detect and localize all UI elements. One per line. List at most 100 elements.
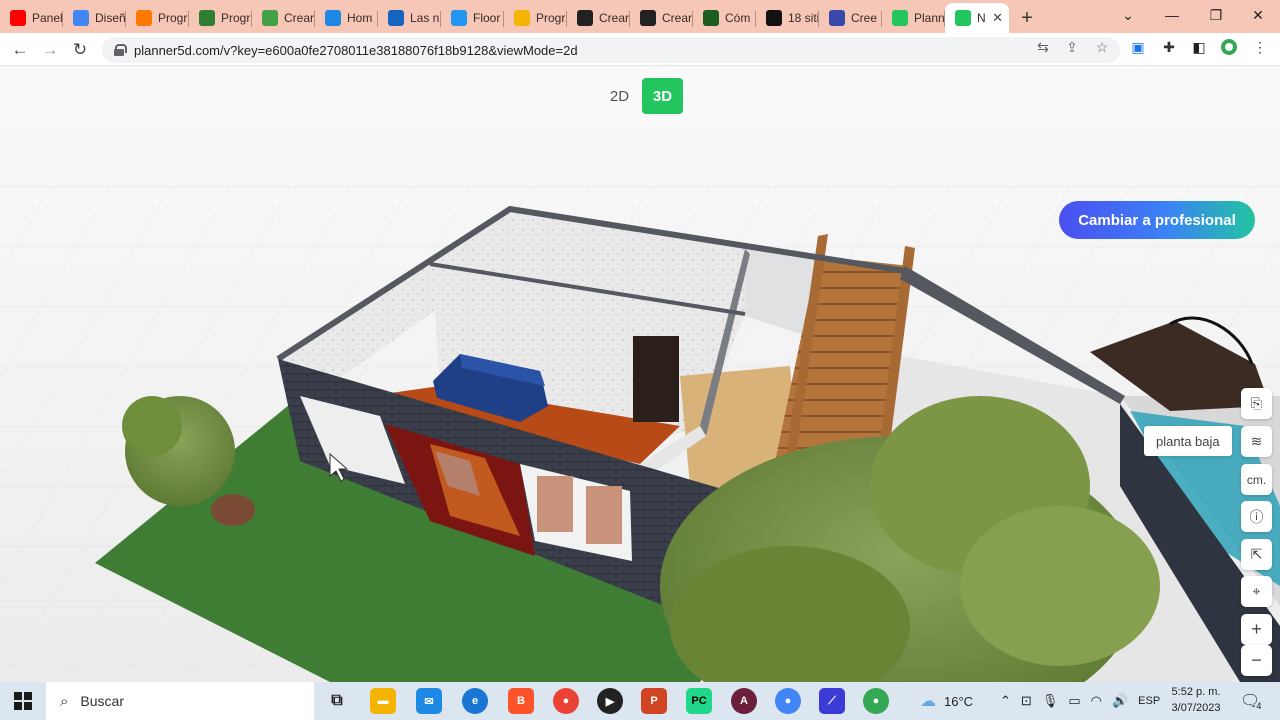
back-icon[interactable]: ← [7, 37, 33, 63]
switch-to-pro-button[interactable]: Cambiar a profesional [1059, 201, 1255, 239]
taskbar-clock[interactable]: 5:52 p. m. 3/07/2023 [1168, 684, 1224, 716]
reload-icon[interactable]: ↻ [67, 37, 93, 63]
browser-tab[interactable]: Diseñ [63, 3, 126, 33]
copy-icon[interactable]: ⎘ [1241, 388, 1272, 419]
units-button[interactable]: cm. [1241, 464, 1272, 495]
system-tray: ⌃ ⊡ 🎙 ▭ ◠ 🔊 ESP [1000, 682, 1160, 720]
google-icon [73, 10, 89, 26]
tab-label: Progr [221, 11, 251, 25]
tab-label: Progr [158, 11, 188, 25]
browser-tab[interactable]: Panel [0, 3, 63, 33]
browser-tab-strip: Panel Diseñ Progr Progr Crear Hom Las n Floor Pr… [0, 0, 1280, 33]
file-explorer-icon[interactable]: ▬ [370, 688, 396, 714]
bookmark-star-icon[interactable]: ☆ [1092, 37, 1112, 57]
browser-tab[interactable]: Plann [882, 3, 945, 33]
weather-widget[interactable]: ☁ 16°C [920, 682, 973, 720]
windows-start-icon[interactable] [0, 682, 46, 720]
media-player-icon[interactable]: ▶ [597, 688, 623, 714]
windows-icon [388, 10, 404, 26]
tab-label: Crear [599, 11, 630, 25]
layers-icon[interactable]: ≋ [1241, 426, 1272, 457]
pycharm-icon[interactable]: PC [686, 688, 712, 714]
forward-icon[interactable]: → [37, 37, 63, 63]
view-mode-toggle: 2D 3D [599, 78, 683, 114]
notification-count: 4 [1256, 701, 1262, 711]
volume-icon[interactable]: 🔊 [1112, 693, 1128, 709]
tray-chevron-icon[interactable]: ⌃ [1000, 693, 1011, 709]
edge-icon[interactable]: e [462, 688, 488, 714]
tab-label: Diseñ [95, 11, 126, 25]
mode-2d-button[interactable]: 2D [599, 78, 640, 114]
browser-tab[interactable]: Floor [441, 3, 504, 33]
powerpoint-icon[interactable]: P [641, 688, 667, 714]
progr-icon [136, 10, 152, 26]
tab-label: Plann [914, 11, 945, 25]
chrome-profile-icon[interactable]: ● [863, 688, 889, 714]
new-tab-button[interactable]: + [1009, 3, 1045, 33]
menu-kebab-icon[interactable]: ⋮ [1250, 37, 1270, 57]
close-window-button[interactable]: ✕ [1236, 0, 1280, 30]
brave-icon[interactable]: B [508, 688, 534, 714]
lock-icon [114, 44, 127, 56]
language-indicator[interactable]: ESP [1138, 695, 1160, 707]
search-placeholder: Buscar [80, 693, 124, 709]
browser-tab[interactable]: Crear [252, 3, 315, 33]
open-external-icon[interactable]: ⇱ [1241, 539, 1272, 570]
translate-icon[interactable]: ⇆ [1033, 37, 1053, 57]
zoom-in-button[interactable]: + [1241, 614, 1272, 645]
address-bar[interactable]: planner5d.com/v?key=e600a0fe2708011e3818… [102, 37, 1120, 63]
house-3d-scene[interactable] [0, 66, 1280, 682]
tree-icon [199, 10, 215, 26]
task-view-icon[interactable]: ⧉ [324, 688, 350, 714]
chrome-canary-icon[interactable]: ● [553, 688, 579, 714]
taskbar-search-box[interactable]: ⌕ Buscar [46, 682, 314, 720]
wifi-icon[interactable]: ◠ [1091, 693, 1102, 709]
restore-button[interactable]: ❐ [1194, 0, 1238, 30]
close-tab-icon[interactable]: ✕ [992, 10, 1003, 26]
side-panel-icon[interactable]: ◧ [1189, 37, 1209, 57]
tray-app-icon[interactable]: ⊡ [1021, 693, 1032, 709]
mode-3d-button[interactable]: 3D [642, 78, 683, 114]
tab-label: Progr [536, 11, 566, 25]
battery-icon[interactable]: ▭ [1068, 693, 1080, 709]
browser-tab[interactable]: 18 siti [756, 3, 819, 33]
tab-label: Cree [851, 11, 878, 25]
browser-tab[interactable]: Cree [819, 3, 882, 33]
browser-tab[interactable]: Cóm [693, 3, 756, 33]
browser-tab[interactable]: Las n [378, 3, 441, 33]
home-green-icon [262, 10, 278, 26]
zoom-out-button[interactable]: − [1241, 645, 1272, 676]
vs-code-icon[interactable]: ⟋ [819, 688, 845, 714]
browser-tab[interactable]: Progr [504, 3, 567, 33]
browser-tab[interactable]: Crear [567, 3, 630, 33]
mail-icon[interactable]: ✉ [416, 688, 442, 714]
profile-avatar[interactable] [1219, 37, 1239, 57]
translate-extension-icon[interactable]: ▣ [1128, 37, 1148, 57]
weather-temp: 16°C [944, 693, 974, 709]
floor-label: planta baja [1144, 426, 1232, 456]
microphone-icon[interactable]: 🎙 [1042, 693, 1059, 709]
notification-center-icon[interactable]: 🗨 4 [1240, 682, 1261, 720]
locate-icon[interactable]: ⌖ [1241, 576, 1272, 607]
info-icon[interactable]: ⓘ [1241, 501, 1272, 532]
tab-label: Panel [32, 11, 63, 25]
circle-blue-icon [829, 10, 845, 26]
browser-tab[interactable]: Crear [630, 3, 693, 33]
weather-cloud-icon: ☁ [920, 693, 936, 710]
minimize-button[interactable]: — [1150, 0, 1194, 30]
tab-label: Cóm [725, 11, 751, 25]
browser-tab[interactable]: Progr [189, 3, 252, 33]
tab-search-icon[interactable]: ⌄ [1106, 0, 1150, 30]
share-icon[interactable]: ⇪ [1062, 37, 1082, 57]
a-icon [766, 10, 782, 26]
browser-tab[interactable]: Hom [315, 3, 378, 33]
browser-tab[interactable]: Progr [126, 3, 189, 33]
tab-label: Las n [410, 11, 440, 25]
browser-toolbar: ← → ↻ planner5d.com/v?key=e600a0fe270801… [0, 33, 1280, 66]
tab-active[interactable]: N ✕ [945, 3, 1009, 33]
d2-icon [640, 10, 656, 26]
chrome-icon[interactable]: ● [775, 688, 801, 714]
app-a-icon[interactable]: A [731, 688, 757, 714]
extensions-puzzle-icon[interactable]: ✚ [1159, 37, 1179, 57]
planner-3d-viewport[interactable]: 2D 3D Cambiar a profesional ⎘ ≋ planta b… [0, 66, 1280, 682]
